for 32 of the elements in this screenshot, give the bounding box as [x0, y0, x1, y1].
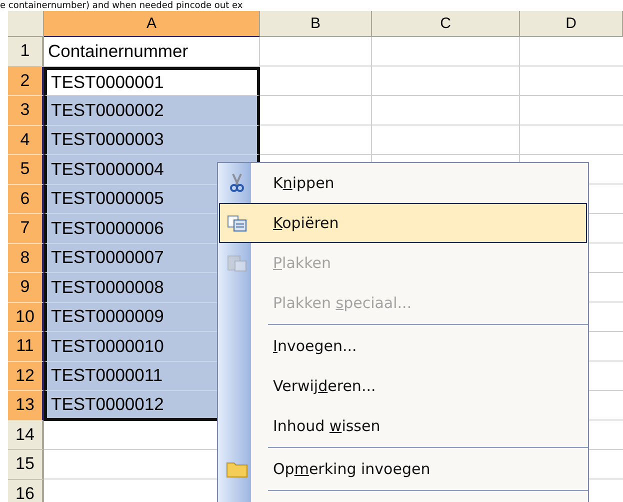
row-header[interactable]: 15: [8, 450, 44, 480]
corner-header[interactable]: [8, 11, 44, 37]
row-header[interactable]: 9: [8, 273, 44, 302]
row-header[interactable]: 16: [8, 480, 44, 502]
row-header[interactable]: 12: [8, 362, 44, 391]
table-cell[interactable]: TEST0000001: [44, 66, 260, 96]
table-cell[interactable]: TEST0000002: [44, 96, 260, 126]
menu-item[interactable]: Kopiëren: [219, 203, 587, 243]
caption-text: e containernumber) and when needed pincode out ex: [0, 1, 243, 11]
column-header[interactable]: B: [260, 11, 372, 37]
row-header[interactable]: 8: [8, 244, 44, 273]
scissors-icon: [230, 173, 244, 193]
column-header[interactable]: C: [372, 11, 520, 37]
row-header[interactable]: 5: [8, 155, 44, 184]
column-header[interactable]: D: [520, 11, 623, 37]
copy-icon: [226, 214, 246, 232]
row-header[interactable]: 14: [8, 420, 44, 450]
row-header[interactable]: 13: [8, 391, 44, 420]
folder-icon: [226, 460, 248, 478]
row-header[interactable]: 1: [8, 37, 44, 66]
menu-item[interactable]: Opmerking invoegen: [219, 449, 587, 489]
column-header[interactable]: A: [44, 11, 260, 37]
table-cell[interactable]: Containernummer: [44, 37, 260, 66]
row-header[interactable]: 11: [8, 332, 44, 362]
row-header[interactable]: 7: [8, 214, 44, 244]
row-header[interactable]: 2: [8, 66, 44, 96]
clipboard-icon: [226, 254, 246, 272]
table-cell[interactable]: TEST0000003: [44, 126, 260, 155]
row-header[interactable]: 10: [8, 302, 44, 332]
row-header[interactable]: 3: [8, 96, 44, 126]
row-header[interactable]: 4: [8, 126, 44, 155]
row-header[interactable]: 6: [8, 184, 44, 214]
